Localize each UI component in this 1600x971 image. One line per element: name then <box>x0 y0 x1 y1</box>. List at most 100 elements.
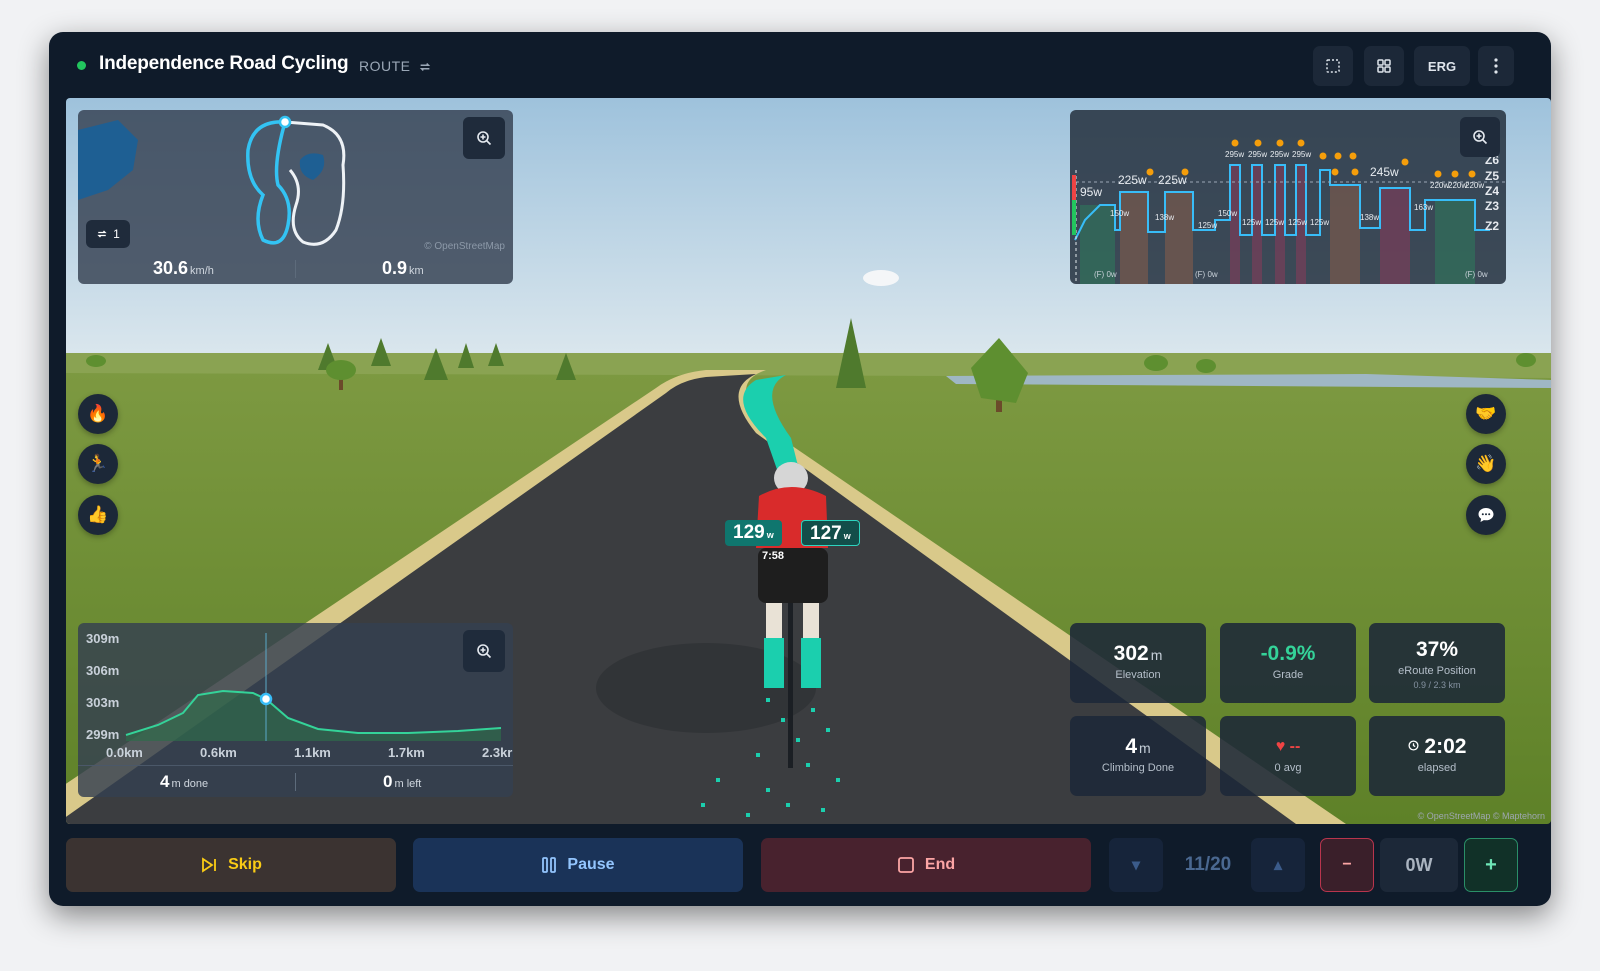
flame-icon: 🔥 <box>87 404 109 423</box>
svg-text:95w: 95w <box>1080 185 1102 199</box>
power-target: 0W <box>1380 838 1458 892</box>
decrease-power-button[interactable]: − <box>1320 838 1374 892</box>
svg-text:Z5: Z5 <box>1485 169 1499 183</box>
left-value: 0 <box>383 772 393 791</box>
handshake-icon: 🤝 <box>1475 404 1497 423</box>
svg-text:295w: 295w <box>1270 150 1289 159</box>
elapsed-value: 2:02 <box>1424 735 1467 758</box>
distance-stat: 0.9 km <box>382 258 424 279</box>
minimap-panel[interactable]: 1 © OpenStreetMap 30.6 km/h 0.9 km <box>78 110 513 284</box>
svg-text:Z3: Z3 <box>1485 199 1499 213</box>
svg-text:150w: 150w <box>1218 209 1237 218</box>
speed-stat: 30.6 km/h <box>153 258 214 279</box>
climb-label: Climbing Done <box>1101 762 1175 774</box>
grade-label: Grade <box>1272 669 1304 681</box>
elev-x-tick-4: 1.7km <box>388 745 425 760</box>
rider-icon: 🏃 <box>87 454 109 473</box>
next-interval-button[interactable]: ▴ <box>1251 838 1305 892</box>
workout-zoom-button[interactable] <box>1460 117 1500 157</box>
svg-text:245w: 245w <box>1370 165 1399 179</box>
hr-value: -- <box>1289 738 1301 755</box>
heart-icon: ♥ <box>1275 738 1286 755</box>
svg-text:220w: 220w <box>1465 181 1484 190</box>
elapsed-metric: 2:02 elapsed <box>1369 716 1505 796</box>
chevron-down-icon: ▾ <box>1131 857 1141 874</box>
svg-text:295w: 295w <box>1225 150 1244 159</box>
position-value: 37% <box>1415 638 1459 661</box>
prev-interval-button[interactable]: ▾ <box>1109 838 1163 892</box>
chevron-up-icon: ▴ <box>1273 857 1283 874</box>
svg-text:295w: 295w <box>1248 150 1267 159</box>
scene-attribution: © OpenStreetMap © Maptehorn <box>1417 811 1545 821</box>
power-tag-right: 127 w <box>801 520 860 546</box>
elev-x-tick-1: 0.0km <box>106 745 143 760</box>
chat-icon <box>1478 508 1494 522</box>
wave-button[interactable]: 👋 <box>1466 444 1506 484</box>
distance-value: 0.9 <box>382 258 408 278</box>
page-title: Independence Road Cycling <box>99 53 349 74</box>
wave-icon: 👋 <box>1475 454 1497 473</box>
svg-text:138w: 138w <box>1155 213 1174 222</box>
zoom-in-icon <box>477 131 492 146</box>
elev-x-tick-3: 1.1km <box>294 745 331 760</box>
increase-power-button[interactable]: + <box>1464 838 1518 892</box>
divider <box>295 260 296 278</box>
route-label-text: ROUTE <box>359 58 411 74</box>
elapsed-label: elapsed <box>1417 762 1457 774</box>
skip-button[interactable]: Skip <box>66 838 396 892</box>
flame-button[interactable]: 🔥 <box>78 394 118 434</box>
position-label: eRoute Position <box>1398 665 1476 677</box>
position-sub: 0.9 / 2.3 km <box>1413 680 1461 690</box>
elev-x-tick-5: 2.3kr <box>482 745 513 760</box>
svg-text:125w: 125w <box>1265 218 1284 227</box>
pause-icon <box>542 857 557 873</box>
elevation-value: 302 <box>1113 642 1149 665</box>
end-button[interactable]: End <box>761 838 1091 892</box>
svg-text:220w: 220w <box>1430 181 1449 190</box>
control-bar: Skip Pause End ▾ 11/20 ▴ − 0W + <box>49 824 1551 906</box>
interval-counter: 11/20 <box>1184 854 1232 875</box>
lap-counter: 1 <box>86 220 130 248</box>
svg-text:Z2: Z2 <box>1485 219 1499 233</box>
climb-left-stat: 0m left <box>383 772 421 792</box>
speed-unit: km/h <box>190 265 214 277</box>
pause-label: Pause <box>567 856 615 873</box>
stop-icon <box>897 857 914 873</box>
thumbs-up-icon: 👍 <box>87 505 109 524</box>
grade-metric: -0.9% Grade <box>1220 623 1356 703</box>
done-label: m done <box>171 778 209 790</box>
svg-text:125w: 125w <box>1198 221 1217 230</box>
divider <box>295 773 296 791</box>
handshake-button[interactable]: 🤝 <box>1466 394 1506 434</box>
power-right-value: 127 <box>810 523 842 544</box>
svg-text:Z4: Z4 <box>1485 184 1499 198</box>
distance-unit: km <box>409 265 424 277</box>
elevation-panel[interactable]: 309m 306m 303m 299m 0.0km 0.6km 1.1km 1.… <box>78 623 513 797</box>
svg-text:225w: 225w <box>1158 173 1187 187</box>
workout-chart-panel[interactable]: 95w 225w 225w 295w 295w 295w 295w 245w 220… <box>1070 110 1506 284</box>
svg-text:295w: 295w <box>1292 150 1311 159</box>
speed-value: 30.6 <box>153 258 189 278</box>
climbing-metric: 4m Climbing Done <box>1070 716 1206 796</box>
ride-viewport: 1 © OpenStreetMap 30.6 km/h 0.9 km 95w 2… <box>66 98 1551 824</box>
svg-text:(F) 0w: (F) 0w <box>1195 270 1218 279</box>
layout-grid-button[interactable] <box>1364 46 1404 86</box>
top-bar: Independence Road Cycling ROUTE ERG <box>49 32 1551 98</box>
minimap-zoom-button[interactable] <box>463 117 505 159</box>
thumbs-up-button[interactable]: 👍 <box>78 495 118 535</box>
rider-timer: 7:58 <box>762 550 785 562</box>
skip-icon <box>202 857 216 873</box>
more-options-button[interactable] <box>1478 46 1514 86</box>
elevation-unit: m <box>1150 647 1163 663</box>
heart-rate-metric: ♥ -- 0 avg <box>1220 716 1356 796</box>
fullscreen-button[interactable] <box>1313 46 1353 86</box>
elevation-label: Elevation <box>1115 669 1161 681</box>
clock-icon <box>1408 740 1419 751</box>
chat-button[interactable] <box>1466 495 1506 535</box>
rider-button[interactable]: 🏃 <box>78 444 118 484</box>
climb-done-stat: 4m done <box>160 772 208 792</box>
erg-mode-button[interactable]: ERG <box>1414 46 1470 86</box>
pause-button[interactable]: Pause <box>413 838 743 892</box>
elevation-zoom-button[interactable] <box>463 630 505 672</box>
repeat-icon <box>97 230 107 238</box>
